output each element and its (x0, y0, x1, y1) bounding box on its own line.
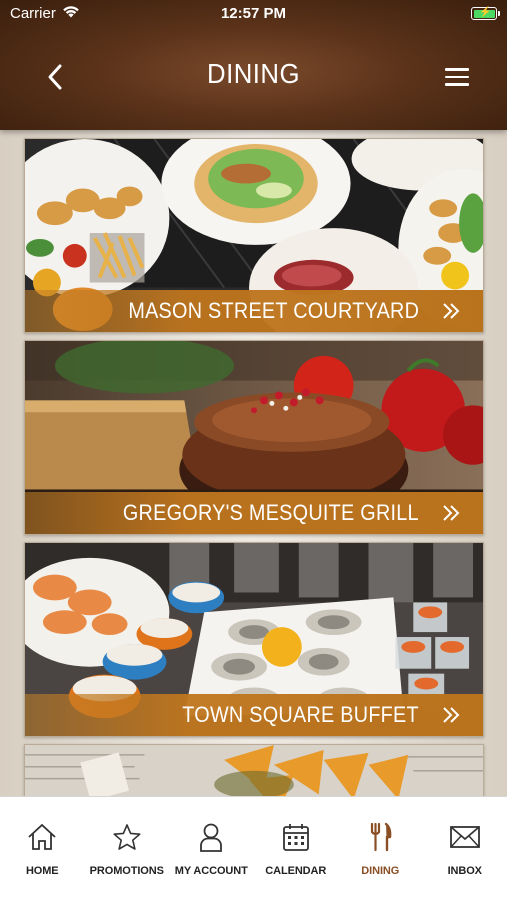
tab-label: HOME (25, 865, 59, 877)
hamburger-line (445, 75, 469, 79)
venue-name: MASON STREET COURTYARD (128, 298, 419, 323)
hamburger-line (445, 68, 469, 71)
navigation-bar: DINING (0, 40, 507, 112)
tab-label: DINING (361, 865, 400, 877)
menu-button[interactable] (439, 62, 475, 92)
tab-label: CALENDAR (265, 865, 327, 877)
bottom-tab-bar: HOME PROMOTIONS MY ACCOUNT CALENDAR DINI… (0, 796, 507, 900)
envelope-icon (449, 821, 481, 853)
tab-inbox[interactable]: INBOX (423, 797, 507, 900)
venue-banner: GREGORY'S MESQUITE GRILL (25, 492, 483, 534)
double-chevron-right-icon (441, 705, 461, 725)
venue-card-mason-street-courtyard[interactable]: MASON STREET COURTYARD (24, 138, 484, 333)
double-chevron-right-icon (441, 503, 461, 523)
venue-banner: MASON STREET COURTYARD (25, 290, 483, 332)
battery-icon: ⚡ (471, 7, 500, 20)
venue-card-town-square-buffet[interactable]: TOWN SQUARE BUFFET (24, 542, 484, 737)
calendar-icon (280, 821, 312, 853)
venue-banner: TOWN SQUARE BUFFET (25, 694, 483, 736)
app-header: Carrier 12:57 PM ⚡ DINING (0, 0, 507, 130)
hamburger-line (445, 83, 469, 86)
charging-bolt-icon: ⚡ (479, 7, 492, 18)
venue-photo-nachos (25, 745, 483, 796)
tab-calendar[interactable]: CALENDAR (254, 797, 339, 900)
status-time: 12:57 PM (220, 5, 287, 22)
tab-my-account[interactable]: MY ACCOUNT (169, 797, 254, 900)
tab-label: MY ACCOUNT (174, 865, 248, 877)
person-icon (195, 821, 227, 853)
tab-dining[interactable]: DINING (338, 797, 423, 900)
venue-card-gregorys-mesquite-grill[interactable]: GREGORY'S MESQUITE GRILL (24, 340, 484, 535)
venue-card-partial[interactable] (24, 744, 484, 796)
tab-label: INBOX (447, 865, 482, 877)
home-icon (26, 821, 58, 853)
page-title: DINING (207, 58, 300, 89)
app-screen: Carrier 12:57 PM ⚡ DINING MASON STREET C… (0, 0, 507, 900)
star-icon (111, 821, 143, 853)
status-bar: Carrier 12:57 PM ⚡ (0, 0, 507, 28)
venue-name: TOWN SQUARE BUFFET (182, 702, 419, 727)
tab-home[interactable]: HOME (0, 797, 85, 900)
venue-name: GREGORY'S MESQUITE GRILL (123, 500, 419, 525)
fork-knife-icon (364, 821, 396, 853)
double-chevron-right-icon (441, 301, 461, 321)
venue-list[interactable]: MASON STREET COURTYARD GREGORY'S MESQUIT… (0, 130, 507, 796)
tab-label: PROMOTIONS (89, 865, 164, 877)
tab-promotions[interactable]: PROMOTIONS (85, 797, 170, 900)
